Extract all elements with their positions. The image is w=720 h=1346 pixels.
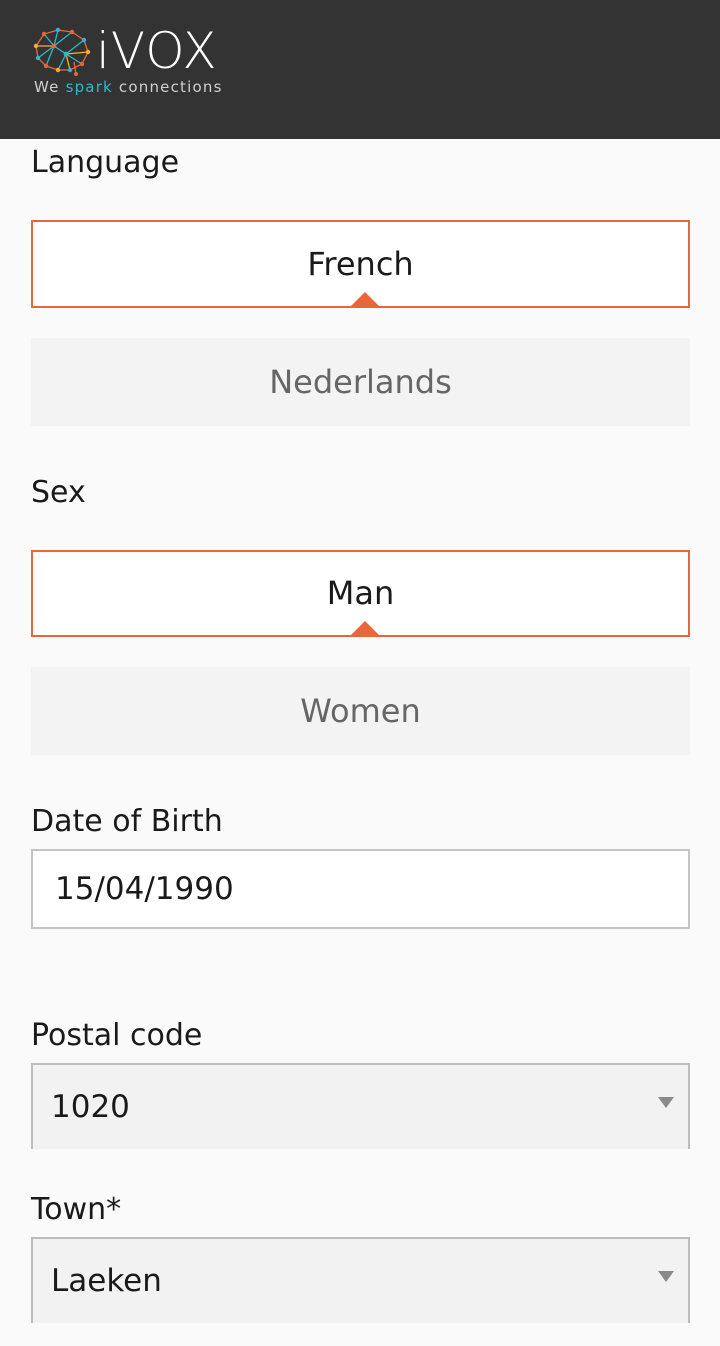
logo-tagline: We spark connections xyxy=(34,78,223,96)
sex-label: Sex xyxy=(31,475,86,510)
town-label: Town* xyxy=(31,1192,122,1227)
app-header: iVOX We spark connections xyxy=(0,0,720,139)
birth-date-input[interactable]: 15/04/1990 xyxy=(31,849,690,929)
dropdown-caret-icon xyxy=(658,1097,674,1108)
language-option-french[interactable]: French xyxy=(31,220,690,308)
postal-code-label: Postal code xyxy=(31,1018,203,1053)
birth-date-label: Date of Birth xyxy=(31,804,223,839)
postal-code-value: 1020 xyxy=(51,1089,130,1125)
dropdown-caret-icon xyxy=(658,1271,674,1282)
tagline-end: connections xyxy=(112,78,223,96)
brain-network-icon xyxy=(33,27,91,76)
sex-option-women[interactable]: Women xyxy=(31,667,690,755)
option-label: Nederlands xyxy=(269,363,452,401)
language-option-nederlands[interactable]: Nederlands xyxy=(31,338,690,426)
tagline-highlight: spark xyxy=(65,78,113,96)
logo-wordmark: iVOX xyxy=(96,22,218,80)
postal-code-select[interactable]: 1020 xyxy=(31,1063,690,1149)
option-label: French xyxy=(307,245,414,283)
selected-indicator-icon xyxy=(349,292,381,308)
town-value: Laeken xyxy=(51,1263,162,1299)
language-label: Language xyxy=(31,145,180,180)
sex-option-man[interactable]: Man xyxy=(31,550,690,637)
option-label: Man xyxy=(326,574,395,612)
town-select[interactable]: Laeken xyxy=(31,1237,690,1323)
selected-indicator-icon xyxy=(349,621,381,637)
option-label: Women xyxy=(300,692,421,730)
tagline-start: We xyxy=(34,78,66,96)
